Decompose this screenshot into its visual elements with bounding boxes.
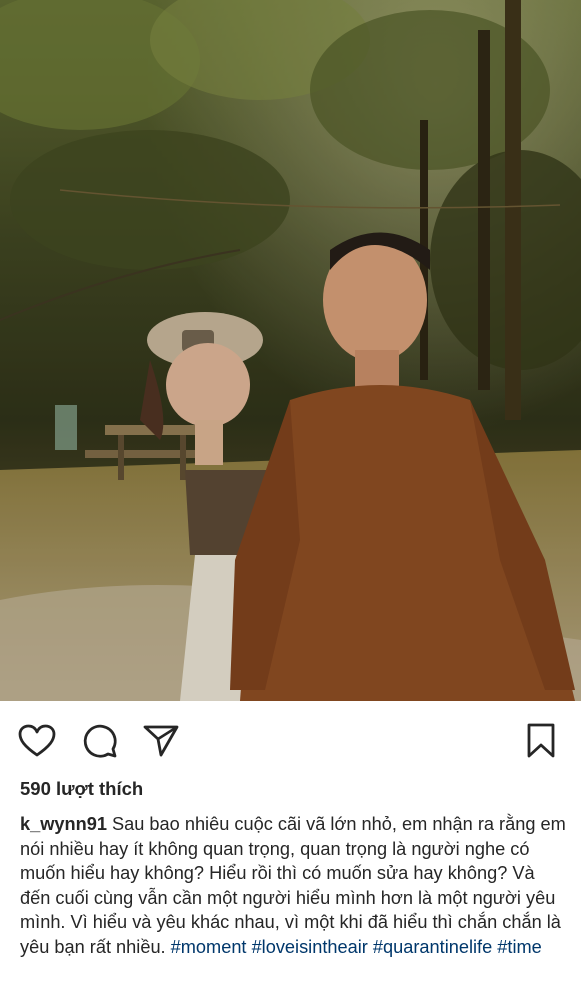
paper-plane-icon [143, 725, 179, 757]
like-button[interactable] [17, 721, 57, 761]
post-photo[interactable] [0, 0, 581, 701]
save-button[interactable] [521, 721, 561, 761]
comment-bubble-icon [83, 724, 117, 758]
comment-button[interactable] [80, 721, 120, 761]
caption-username[interactable]: k_wynn91 [20, 814, 107, 834]
heart-icon [18, 724, 56, 757]
hashtag-link[interactable]: #time [497, 937, 541, 957]
likes-count[interactable]: 590 lượt thích [20, 778, 143, 800]
hashtag-link[interactable]: #moment [171, 937, 247, 957]
hashtag-link[interactable]: #loveisintheair [252, 937, 368, 957]
hashtag-link[interactable]: #quarantinelife [373, 937, 492, 957]
post-actions-bar [0, 701, 581, 771]
share-button[interactable] [141, 721, 181, 761]
post-photo-art [0, 0, 581, 701]
caption-text: Sau bao nhiêu cuộc cãi vã lớn nhỏ, em nh… [20, 814, 566, 957]
bookmark-icon [527, 723, 555, 758]
post-caption: k_wynn91 Sau bao nhiêu cuộc cãi vã lớn n… [20, 812, 568, 959]
